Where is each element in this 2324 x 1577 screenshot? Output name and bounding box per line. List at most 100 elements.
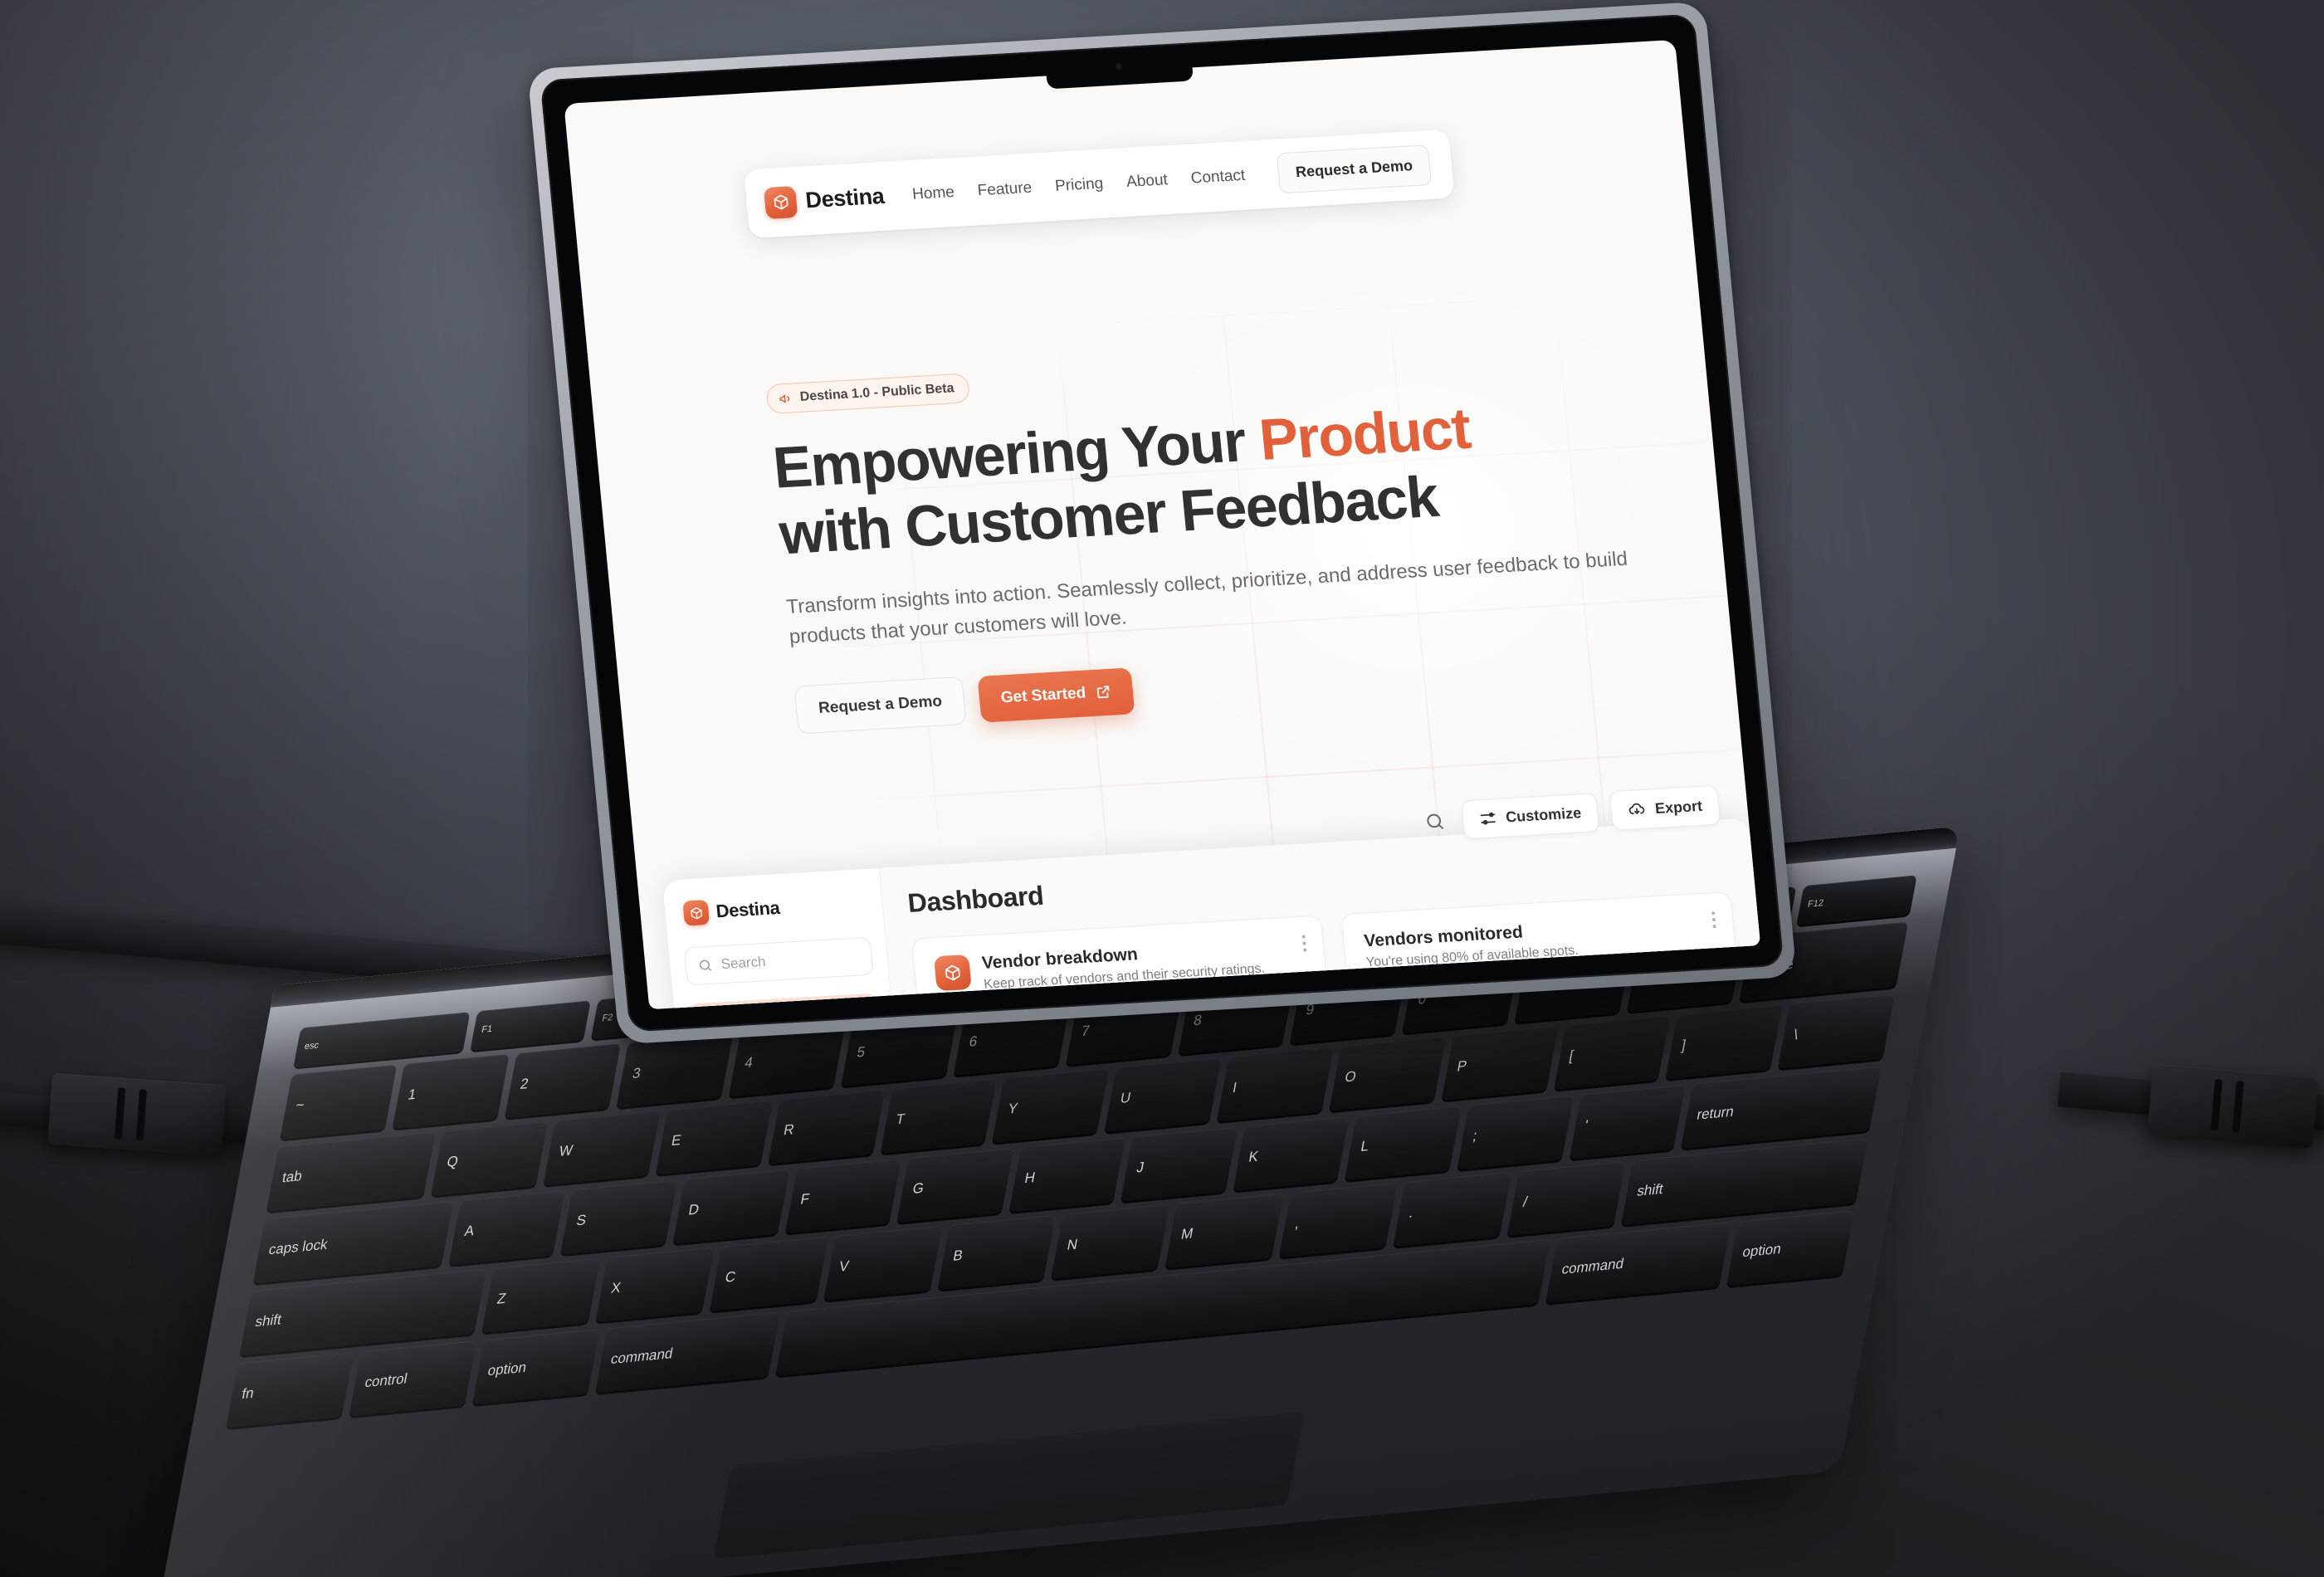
key-2[interactable]: 2 xyxy=(504,1043,622,1118)
key-tilde[interactable]: ~ xyxy=(280,1064,398,1140)
key-period[interactable]: . xyxy=(1393,1171,1512,1247)
key-z[interactable]: Z xyxy=(481,1257,600,1333)
sidebar-brand[interactable]: Destina xyxy=(679,891,868,926)
key-f1[interactable]: F1 xyxy=(470,1000,592,1051)
key-a[interactable]: A xyxy=(448,1190,566,1265)
key-u[interactable]: U xyxy=(1104,1057,1222,1132)
key-label: B xyxy=(951,1247,964,1264)
key-j[interactable]: J xyxy=(1120,1126,1238,1202)
nav-link-pricing[interactable]: Pricing xyxy=(1054,174,1104,195)
key-d[interactable]: D xyxy=(672,1169,790,1244)
key-label: option xyxy=(1741,1240,1783,1261)
key-h[interactable]: H xyxy=(1008,1137,1126,1213)
key-command-right[interactable]: command xyxy=(1545,1222,1731,1303)
key-x[interactable]: X xyxy=(595,1247,715,1322)
key-bracket-left[interactable]: [ xyxy=(1553,1015,1671,1090)
key-label: F xyxy=(798,1190,811,1208)
key-label: X xyxy=(609,1279,622,1296)
key-backslash[interactable]: \ xyxy=(1778,994,1895,1069)
key-n[interactable]: N xyxy=(1051,1204,1170,1279)
key-control[interactable]: control xyxy=(349,1340,477,1417)
key-label: 4 xyxy=(743,1054,754,1072)
sidebar-item-label: Dashboard xyxy=(730,1008,810,1009)
key-option-left[interactable]: option xyxy=(471,1329,600,1405)
key-fn[interactable]: fn xyxy=(226,1352,354,1428)
hero-get-started-button[interactable]: Get Started xyxy=(977,666,1135,723)
vendor-breakdown-card: Vendor breakdown Keep track of vendors a… xyxy=(911,915,1349,1010)
key-label: [ xyxy=(1568,1047,1575,1064)
key-3[interactable]: 3 xyxy=(616,1033,734,1108)
key-g[interactable]: G xyxy=(896,1148,1014,1223)
export-label: Export xyxy=(1654,797,1703,817)
sidebar-search-input[interactable]: Search xyxy=(683,936,874,986)
key-label: Z xyxy=(496,1290,508,1307)
customize-button[interactable]: Customize xyxy=(1461,792,1600,839)
key-label: F1 xyxy=(481,1023,494,1036)
key-r[interactable]: R xyxy=(768,1089,885,1164)
key-label: shift xyxy=(254,1311,283,1330)
key-label: 8 xyxy=(1192,1012,1204,1029)
key-label: 7 xyxy=(1080,1022,1091,1040)
key-label: H xyxy=(1023,1169,1037,1187)
screen-bezel: Destina Home Feature Pricing About Conta… xyxy=(540,13,1784,1033)
navbar: Destina Home Feature Pricing About Conta… xyxy=(743,129,1455,239)
key-return[interactable]: return xyxy=(1681,1066,1882,1149)
key-k[interactable]: K xyxy=(1233,1116,1350,1191)
key-label: L xyxy=(1359,1137,1370,1155)
key-f12[interactable]: F12 xyxy=(1796,875,1917,925)
key-option-right[interactable]: option xyxy=(1726,1210,1855,1286)
key-label: control xyxy=(363,1370,409,1391)
key-quote[interactable]: ' xyxy=(1569,1084,1686,1160)
key-i[interactable]: I xyxy=(1216,1047,1334,1122)
nav-link-feature[interactable]: Feature xyxy=(977,178,1033,200)
key-label: J xyxy=(1135,1159,1146,1176)
search-icon xyxy=(699,959,712,971)
dashboard-search-button[interactable] xyxy=(1420,806,1451,836)
key-semicolon[interactable]: ; xyxy=(1457,1095,1574,1170)
nav-link-about[interactable]: About xyxy=(1125,171,1169,192)
key-p[interactable]: P xyxy=(1441,1025,1559,1101)
key-tab[interactable]: tab xyxy=(266,1131,436,1212)
key-q[interactable]: Q xyxy=(431,1120,549,1196)
hero-request-demo-button[interactable]: Request a Demo xyxy=(793,676,967,735)
key-c[interactable]: C xyxy=(709,1236,828,1311)
key-label: P xyxy=(1455,1057,1468,1075)
cloud-download-icon xyxy=(1628,803,1645,815)
lid-shell: Destina Home Feature Pricing About Conta… xyxy=(527,1,1797,1045)
navbar-request-demo-button[interactable]: Request a Demo xyxy=(1276,144,1433,194)
key-o[interactable]: O xyxy=(1329,1036,1447,1111)
key-label: S xyxy=(575,1211,588,1229)
key-label: fn xyxy=(240,1384,256,1403)
box-logo-icon xyxy=(682,899,710,926)
sidebar-item-dashboard[interactable]: Dashboard xyxy=(688,993,880,1010)
key-caps-lock[interactable]: caps lock xyxy=(252,1201,454,1284)
key-y[interactable]: Y xyxy=(992,1068,1110,1143)
key-comma[interactable]: , xyxy=(1279,1182,1399,1257)
key-m[interactable]: M xyxy=(1164,1193,1284,1268)
navbar-brand[interactable]: Destina xyxy=(763,180,886,219)
key-1[interactable]: 1 xyxy=(392,1053,510,1129)
website-page: Destina Home Feature Pricing About Conta… xyxy=(564,40,1761,1010)
key-s[interactable]: S xyxy=(560,1179,678,1255)
key-bracket-right[interactable]: ] xyxy=(1665,1004,1783,1079)
export-button[interactable]: Export xyxy=(1609,784,1721,832)
nav-link-home[interactable]: Home xyxy=(911,183,955,204)
key-e[interactable]: E xyxy=(655,1100,773,1175)
key-slash[interactable]: / xyxy=(1506,1160,1626,1236)
box-logo-icon xyxy=(763,185,798,219)
key-v[interactable]: V xyxy=(823,1225,942,1301)
key-l[interactable]: L xyxy=(1345,1106,1462,1180)
nav-link-contact[interactable]: Contact xyxy=(1190,166,1246,188)
key-label: E xyxy=(670,1131,683,1150)
customize-label: Customize xyxy=(1505,803,1582,825)
key-b[interactable]: B xyxy=(937,1214,1057,1290)
key-w[interactable]: W xyxy=(543,1111,661,1185)
key-label: ~ xyxy=(294,1096,306,1114)
key-label: R xyxy=(782,1120,796,1139)
key-command-left[interactable]: command xyxy=(594,1311,781,1394)
key-label: / xyxy=(1521,1194,1529,1210)
key-esc[interactable]: esc xyxy=(293,1012,471,1067)
key-t[interactable]: T xyxy=(880,1078,998,1154)
sliders-icon xyxy=(1480,812,1496,825)
key-f[interactable]: F xyxy=(784,1159,902,1233)
